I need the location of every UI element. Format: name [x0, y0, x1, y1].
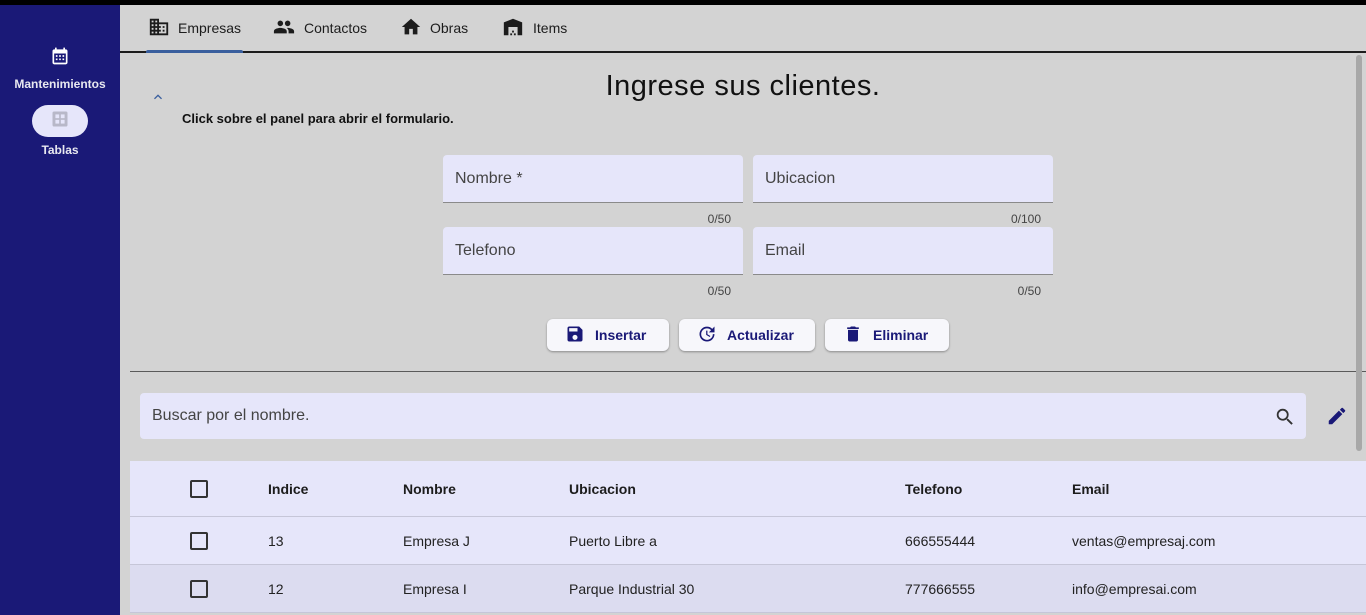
building-icon: [148, 16, 170, 41]
form-hint: Click sobre el panel para abrir el formu…: [182, 111, 454, 126]
tab-items[interactable]: Items: [501, 5, 567, 51]
search-field[interactable]: [140, 393, 1306, 439]
tab-contactos[interactable]: Contactos: [272, 5, 367, 51]
row-select-cell: [190, 565, 208, 612]
cell-email: info@empresai.com: [1072, 580, 1197, 597]
column-header-ubicacion[interactable]: Ubicacion: [569, 461, 636, 516]
refresh-icon: [697, 324, 717, 347]
people-icon: [272, 16, 296, 41]
insert-button-label: Insertar: [595, 327, 647, 343]
rail-item-tablas[interactable]: Tablas: [0, 105, 120, 157]
tab-empresas[interactable]: Empresas: [145, 5, 244, 53]
cell-telefono: 777666555: [905, 580, 976, 597]
telefono-input[interactable]: [443, 227, 743, 274]
column-header-nombre[interactable]: Nombre: [403, 461, 456, 516]
search-input[interactable]: [140, 393, 1306, 439]
cell-ubicacion: Parque Industrial 30: [569, 580, 695, 597]
ubicacion-input[interactable]: [753, 155, 1053, 202]
column-header-email[interactable]: Email: [1072, 461, 1109, 516]
search-icon[interactable]: [1274, 406, 1296, 433]
row-select-cell: [190, 517, 208, 564]
row-checkbox[interactable]: [190, 579, 208, 598]
cell-nombre: Empresa I: [403, 580, 467, 597]
edit-icon[interactable]: [1326, 405, 1348, 432]
clients-table: Indice Nombre Ubicacion Telefono Email 1…: [130, 461, 1366, 613]
ubicacion-counter: 0/100: [1010, 212, 1041, 226]
table-row[interactable]: 12 Empresa I Parque Industrial 30 777666…: [130, 565, 1366, 613]
grid-icon: [50, 109, 70, 134]
column-header-indice[interactable]: Indice: [268, 461, 308, 516]
cell-indice: 12: [268, 580, 284, 597]
email-field[interactable]: [753, 227, 1053, 275]
tab-label: Empresas: [178, 20, 242, 36]
ubicacion-field[interactable]: [753, 155, 1053, 203]
panel-scrollbar[interactable]: [1356, 55, 1362, 451]
tab-label: Items: [533, 20, 568, 36]
rail-selected-indicator: [32, 105, 88, 137]
email-input[interactable]: [753, 227, 1053, 274]
row-checkbox[interactable]: [190, 531, 208, 550]
tab-bar: Empresas Contactos Obras Items: [120, 5, 1366, 53]
form-title: Ingrese sus clientes.: [605, 70, 881, 102]
update-button[interactable]: Actualizar: [679, 319, 815, 351]
cell-nombre: Empresa J: [403, 532, 470, 549]
delete-button[interactable]: Eliminar: [825, 319, 949, 351]
home-icon: [400, 16, 422, 41]
table-header-row: Indice Nombre Ubicacion Telefono Email: [130, 461, 1366, 517]
tab-label: Obras: [430, 20, 469, 36]
cell-telefono: 666555444: [905, 532, 976, 549]
column-header-telefono[interactable]: Telefono: [905, 461, 962, 516]
update-button-label: Actualizar: [727, 327, 794, 343]
save-icon: [565, 324, 585, 347]
nombre-input[interactable]: [443, 155, 743, 202]
trash-icon: [843, 324, 863, 347]
insert-button[interactable]: Insertar: [547, 319, 669, 351]
tab-label: Contactos: [304, 20, 368, 36]
cell-ubicacion: Puerto Libre a: [569, 532, 657, 549]
cell-email: ventas@empresaj.com: [1072, 532, 1216, 549]
nombre-counter: 0/50: [707, 212, 731, 226]
section-divider: [130, 371, 1366, 372]
main-content: Empresas Contactos Obras Items Ingrese s…: [120, 5, 1366, 615]
rail-item-mantenimientos[interactable]: Mantenimientos: [0, 43, 120, 91]
rail-item-label: Tablas: [41, 143, 79, 157]
warehouse-icon: [501, 16, 525, 41]
rail-item-label: Mantenimientos: [14, 77, 106, 91]
cell-indice: 13: [268, 532, 284, 549]
table-row[interactable]: 13 Empresa J Puerto Libre a 666555444 ve…: [130, 517, 1366, 565]
telefono-field[interactable]: [443, 227, 743, 275]
calendar-icon: [32, 43, 88, 69]
delete-button-label: Eliminar: [873, 327, 929, 343]
email-counter: 0/50: [1017, 284, 1041, 298]
navigation-rail: Mantenimientos Tablas: [0, 5, 120, 615]
tab-obras[interactable]: Obras: [400, 5, 468, 51]
select-all-cell: [190, 461, 208, 516]
select-all-checkbox[interactable]: [190, 479, 208, 498]
telefono-counter: 0/50: [707, 284, 731, 298]
nombre-field[interactable]: [443, 155, 743, 203]
